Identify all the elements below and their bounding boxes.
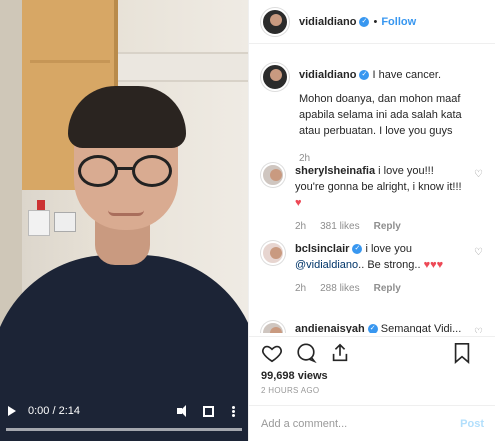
timestamp[interactable]: 2h [295,219,306,235]
heart-icon[interactable] [261,342,283,364]
mention-link[interactable]: @vidialdiano [295,259,358,271]
list-item: sherylsheinafia i love you!!! you're gon… [261,163,483,235]
reply-button[interactable]: Reply [374,219,401,235]
video-controls: 0:00 / 2:14 [0,398,248,424]
verified-icon: ✓ [367,324,378,333]
video-player[interactable]: 0:00 / 2:14 [0,0,248,441]
comment-username[interactable]: andienaisyah [295,323,365,333]
add-comment-bar: Post [249,405,495,441]
post-timestamp: 2 HOURS AGO [261,386,320,395]
list-item: andienaisyah ✓ Semangat Vidi... ♡ [261,321,483,333]
post-header: vidialdiano ✓ • Follow [249,0,495,44]
background-detail [30,60,110,63]
post-button[interactable]: Post [460,418,484,430]
comment-text: .. Be strong.. [358,259,421,271]
more-icon[interactable] [226,405,240,417]
post-panel: vidialdiano ✓ • Follow vidialdiano ✓ I ha… [248,0,495,441]
share-icon[interactable] [329,342,351,364]
background-rail [118,52,248,82]
avatar[interactable] [261,63,289,91]
heart-icon[interactable]: ♡ [474,247,483,258]
avatar[interactable] [261,321,285,333]
fullscreen-icon[interactable] [203,405,214,417]
caption-text: Mohon doanya, dan mohon maaf apabila sel… [299,93,462,137]
comments-list[interactable]: vidialdiano ✓ I have cancer. Mohon doanya… [249,45,495,333]
background-device [54,212,76,232]
video-time: 0:00 / 2:14 [28,405,80,417]
avatar[interactable] [261,7,289,36]
heart-icon[interactable]: ♡ [474,169,483,180]
glasses-lens [78,155,118,187]
reply-button[interactable]: Reply [374,281,401,297]
caption: vidialdiano ✓ I have cancer. Mohon doanya… [261,63,483,167]
like-count[interactable]: 288 likes [320,281,359,297]
verified-icon: ✓ [359,16,370,27]
post-actions [249,336,495,368]
play-icon[interactable] [8,406,16,416]
person-hair [68,86,186,148]
comment-icon[interactable] [295,342,317,364]
timestamp[interactable]: 2h [295,281,306,297]
comment-username[interactable]: sherylsheinafia [295,165,375,177]
caption-body: vidialdiano ✓ I have cancer. Mohon doanya… [299,63,469,167]
person-glasses [78,155,174,189]
bookmark-icon[interactable] [452,342,474,364]
avatar[interactable] [261,163,285,187]
list-item: bclsinclair ✓ i love you @vidialdiano.. B… [261,241,483,297]
heart-emoji: ♥♥♥ [423,259,444,271]
header-username[interactable]: vidialdiano [299,16,356,28]
caption-text: I have cancer. [372,69,442,81]
comment-text: Semangat Vidi... [380,323,462,333]
glasses-lens [132,155,172,187]
comment-body: sherylsheinafia i love you!!! you're gon… [295,163,465,235]
comment-input[interactable] [261,417,461,430]
views-count[interactable]: 99,698 views [261,370,328,382]
comment-meta: 2h 381 likes Reply [295,219,465,235]
caption-username[interactable]: vidialdiano [299,69,356,81]
person-mouth [108,210,144,216]
verified-icon: ✓ [352,244,363,255]
avatar[interactable] [261,241,285,265]
comment-meta: 2h 288 likes Reply [295,281,465,297]
comment-body: andienaisyah ✓ Semangat Vidi... [295,321,465,333]
like-count[interactable]: 381 likes [320,219,359,235]
volume-icon[interactable] [177,405,191,417]
follow-button[interactable]: Follow [381,16,416,28]
comment-text: i love you [365,243,412,255]
heart-icon[interactable]: ♡ [474,327,483,333]
comment-body: bclsinclair ✓ i love you @vidialdiano.. B… [295,241,465,297]
separator: • [373,15,378,28]
verified-icon: ✓ [359,70,370,81]
heart-emoji: ♥ [295,197,302,209]
background-device [28,210,50,236]
video-progress-bar[interactable] [6,428,242,431]
comment-username[interactable]: bclsinclair [295,243,349,255]
